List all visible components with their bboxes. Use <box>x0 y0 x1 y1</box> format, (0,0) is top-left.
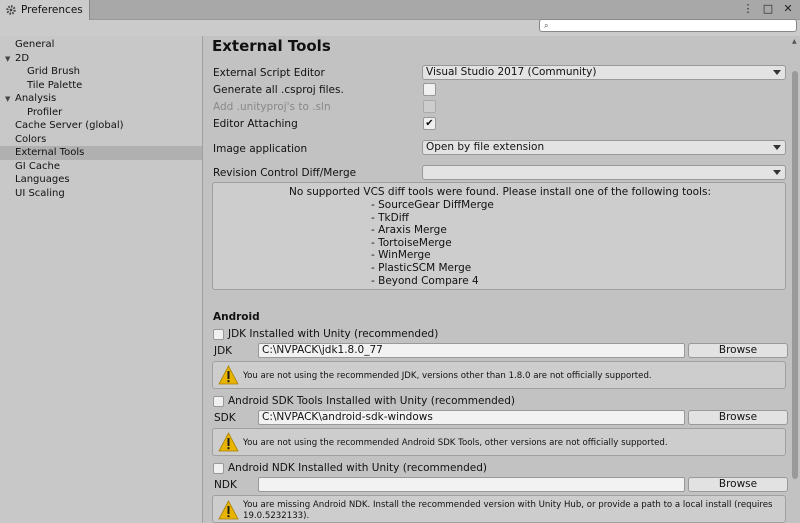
vertical-scrollbar[interactable]: ▲ <box>790 36 800 523</box>
maximize-icon[interactable]: □ <box>762 2 774 15</box>
list-item: - SourceGear DiffMerge <box>371 199 494 211</box>
jdk-browse-button[interactable]: Browse <box>688 343 788 358</box>
ndk-installed-checkbox[interactable] <box>213 463 224 474</box>
sdk-warning-box: You are not using the recommended Androi… <box>212 428 786 456</box>
scrollbar-thumb[interactable] <box>792 71 798 479</box>
sidebar-item-colors[interactable]: Colors <box>0 133 202 147</box>
editor-attaching-label: Editor Attaching <box>213 118 298 130</box>
gear-icon <box>5 4 17 16</box>
sidebar-item-external-tools[interactable]: External Tools <box>0 146 202 160</box>
search-icon: ⌕ <box>544 21 549 30</box>
sdk-label: SDK <box>214 412 236 424</box>
jdk-warning-text: You are not using the recommended JDK, v… <box>243 371 652 381</box>
sidebar-item-tile-palette[interactable]: Tile Palette <box>0 79 202 93</box>
scroll-up-icon[interactable]: ▲ <box>792 38 797 45</box>
ndk-label: NDK <box>214 479 237 491</box>
tab-preferences[interactable]: Preferences <box>0 0 90 20</box>
vcs-info-box: No supported VCS diff tools were found. … <box>212 182 786 290</box>
sidebar-item-analysis[interactable]: ▼ Analysis <box>0 92 202 106</box>
sidebar-item-gi-cache[interactable]: GI Cache <box>0 160 202 174</box>
warning-icon <box>218 365 239 388</box>
ndk-warning-box: You are missing Android NDK. Install the… <box>212 495 786 523</box>
add-unityproj-checkbox <box>423 100 436 113</box>
sidebar-item-profiler[interactable]: Profiler <box>0 106 202 120</box>
jdk-installed-checkbox[interactable] <box>213 329 224 340</box>
list-item: - TortoiseMerge <box>371 236 452 249</box>
dropdown-value: Open by file extension <box>426 141 545 153</box>
jdk-installed-label: JDK Installed with Unity (recommended) <box>228 328 439 340</box>
ndk-installed-label: Android NDK Installed with Unity (recomm… <box>228 462 488 474</box>
ndk-browse-button[interactable]: Browse <box>688 477 788 492</box>
warning-icon <box>218 500 239 523</box>
title-bar: Preferences ⋮ □ ✕ <box>0 0 800 20</box>
jdk-label: JDK <box>214 345 233 357</box>
sdk-warning-text: You are not using the recommended Androi… <box>243 438 668 448</box>
ndk-path-field[interactable] <box>258 477 685 492</box>
revision-control-dropdown[interactable] <box>422 165 786 180</box>
sidebar-item-label: 2D <box>15 52 30 64</box>
chevron-down-icon <box>773 170 781 175</box>
sdk-installed-label: Android SDK Tools Installed with Unity (… <box>228 395 516 407</box>
more-menu-icon[interactable]: ⋮ <box>742 2 754 15</box>
ndk-warning-text-line1: You are missing Android NDK. Install the… <box>243 500 773 510</box>
close-icon[interactable]: ✕ <box>782 2 794 15</box>
checkmark-icon: ✔ <box>425 118 434 129</box>
sidebar-item-cache-server[interactable]: Cache Server (global) <box>0 119 202 133</box>
editor-attaching-checkbox[interactable]: ✔ <box>423 117 436 130</box>
sidebar: General ▼ 2D Grid Brush Tile Palette ▼ Ana… <box>0 36 203 523</box>
sidebar-item-2d[interactable]: ▼ 2D <box>0 52 202 66</box>
list-item: - TkDiff <box>371 211 409 224</box>
external-script-editor-label: External Script Editor <box>213 67 325 79</box>
search-input[interactable]: ⌕ <box>539 19 797 32</box>
page-title: External Tools <box>212 37 331 55</box>
sidebar-item-languages[interactable]: Languages <box>0 173 202 187</box>
tab-title: Preferences <box>21 4 83 16</box>
image-application-dropdown[interactable]: Open by file extension <box>422 140 786 155</box>
vcs-message: No supported VCS diff tools were found. … <box>289 186 711 198</box>
add-unityproj-label: Add .unityproj's to .sln <box>213 101 331 113</box>
generate-csproj-checkbox[interactable] <box>423 83 436 96</box>
warning-icon <box>218 432 239 455</box>
expand-arrow-icon[interactable]: ▼ <box>5 93 15 107</box>
generate-csproj-label: Generate all .csproj files. <box>213 84 344 96</box>
ndk-warning-text-line2: 19.0.5232133). <box>243 511 310 521</box>
dropdown-value: Visual Studio 2017 (Community) <box>426 66 597 78</box>
list-item: - Araxis Merge <box>371 224 447 237</box>
external-script-editor-dropdown[interactable]: Visual Studio 2017 (Community) <box>422 65 786 80</box>
sidebar-item-label: Analysis <box>15 93 57 104</box>
revision-control-label: Revision Control Diff/Merge <box>213 167 357 179</box>
jdk-path-field[interactable]: C:\NVPACK\jdk1.8.0_77 <box>258 343 685 358</box>
expand-arrow-icon[interactable]: ▼ <box>5 53 15 67</box>
list-item: - WinMerge <box>371 249 431 262</box>
sidebar-item-general[interactable]: General <box>0 38 202 52</box>
sdk-browse-button[interactable]: Browse <box>688 410 788 425</box>
sdk-path-field[interactable]: C:\NVPACK\android-sdk-windows <box>258 410 685 425</box>
sidebar-item-grid-brush[interactable]: Grid Brush <box>0 65 202 79</box>
sdk-installed-checkbox[interactable] <box>213 396 224 407</box>
list-item: - PlasticSCM Merge <box>371 261 472 274</box>
chevron-down-icon <box>773 70 781 75</box>
list-item: - Beyond Compare 4 <box>371 274 479 287</box>
android-section-title: Android <box>213 311 260 323</box>
image-application-label: Image application <box>213 143 308 155</box>
chevron-down-icon <box>773 145 781 150</box>
jdk-warning-box: You are not using the recommended JDK, v… <box>212 361 786 389</box>
vcs-tools-list: - SourceGear DiffMerge - TkDiff - Araxis… <box>371 199 494 287</box>
sidebar-item-ui-scaling[interactable]: UI Scaling <box>0 187 202 201</box>
